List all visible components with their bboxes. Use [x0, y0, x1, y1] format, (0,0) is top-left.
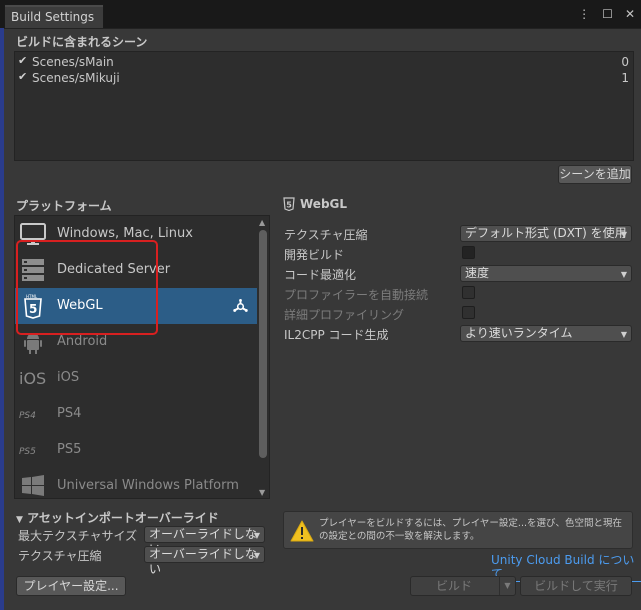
chevron-down-icon: ▼ — [620, 230, 627, 239]
scene-row[interactable]: ✔ Scenes/sMikuji 1 — [15, 70, 633, 86]
platform-label: Android — [57, 334, 108, 349]
build-button-label: ビルド — [435, 579, 472, 593]
max-texture-size-dropdown[interactable]: オーバーライドしない ▼ — [144, 526, 265, 556]
warning-icon — [290, 520, 314, 542]
windows-logo-icon — [22, 475, 44, 496]
deep-profiling-label: 詳細プロファイリング — [284, 308, 405, 322]
max-texture-size-label: 最大テクスチャサイズ — [18, 529, 138, 543]
svg-text:5: 5 — [286, 201, 292, 210]
html5-small-icon: 5 — [283, 197, 295, 211]
build-and-run-button[interactable]: ビルドして実行 — [520, 576, 632, 596]
override-texture-compression-dropdown[interactable]: オーバーライドしない ▼ — [144, 546, 265, 576]
dropdown-value: 速度 — [465, 266, 490, 280]
texture-compression-label: テクスチャ圧縮 — [284, 228, 368, 242]
dropdown-value: デフォルト形式 (DXT) を使用 — [465, 226, 627, 240]
scene-checkbox-checked-icon[interactable]: ✔ — [18, 54, 27, 67]
scroll-thumb[interactable] — [259, 230, 267, 458]
development-build-label: 開発ビルド — [284, 248, 345, 262]
platform-settings-title: WebGL — [300, 197, 348, 211]
scenes-header: ビルドに含まれるシーン — [16, 35, 148, 49]
window-controls: ⋮ ☐ ✕ — [578, 7, 635, 21]
scene-name: Scenes/sMain — [32, 55, 114, 69]
tab-accent — [5, 5, 103, 7]
maximize-icon[interactable]: ☐ — [602, 7, 613, 21]
il2cpp-label: IL2CPP コード生成 — [284, 328, 389, 342]
ios-icon: iOS — [19, 369, 46, 388]
dropdown-value: より速いランタイム — [465, 326, 573, 340]
code-optimization-label: コード最適化 — [284, 268, 357, 282]
platform-label: PS5 — [57, 442, 82, 457]
svg-text:PS5: PS5 — [19, 447, 36, 457]
warning-message: プレイヤーをビルドするには、プレイヤー設定...を選び、色空間と現在の設定との間… — [283, 511, 633, 549]
platform-label: Windows, Mac, Linux — [57, 226, 193, 241]
scene-index: 0 — [621, 55, 629, 69]
code-optimization-dropdown[interactable]: 速度 ▼ — [460, 265, 632, 282]
scene-row[interactable]: ✔ Scenes/sMain 0 — [15, 54, 633, 70]
platform-label: Universal Windows Platform — [57, 478, 239, 493]
scroll-down-icon[interactable]: ▼ — [259, 488, 265, 497]
asset-import-overrides-header[interactable]: ▼ アセットインポートオーバーライド — [16, 509, 219, 526]
warning-text: プレイヤーをビルドするには、プレイヤー設定...を選び、色空間と現在の設定との間… — [319, 518, 622, 542]
scene-name: Scenes/sMikuji — [32, 71, 120, 85]
unity-active-platform-icon — [233, 299, 248, 312]
player-settings-button[interactable]: プレイヤー設定... — [16, 576, 126, 596]
chevron-down-icon: ▼ — [253, 551, 260, 560]
deep-profiling-checkbox[interactable] — [462, 306, 475, 319]
build-options-chevron-icon[interactable]: ▼ — [499, 577, 515, 595]
autoconnect-profiler-label: プロファイラーを自動接続 — [284, 288, 429, 302]
dropdown-value: オーバーライドしない — [149, 547, 257, 576]
override-texture-compression-label: テクスチャ圧縮 — [18, 549, 102, 563]
window-tab-title: Build Settings — [11, 10, 95, 24]
chevron-down-icon: ▼ — [253, 531, 260, 540]
close-icon[interactable]: ✕ — [625, 7, 635, 21]
ps4-icon: PS4 — [19, 411, 36, 421]
asset-import-overrides-label: アセットインポートオーバーライド — [27, 511, 219, 525]
scroll-up-icon[interactable]: ▲ — [259, 218, 265, 227]
title-bar: Build Settings ⋮ ☐ ✕ — [0, 0, 641, 28]
texture-compression-dropdown[interactable]: デフォルト形式 (DXT) を使用 ▼ — [460, 225, 632, 242]
platform-scrollbar[interactable]: ▲ ▼ — [257, 216, 269, 498]
platforms-header: プラットフォーム — [16, 199, 112, 213]
add-scene-button[interactable]: シーンを追加 — [558, 165, 632, 184]
platform-item-ios[interactable]: iOS iOS — [15, 360, 259, 396]
platform-item-ps4[interactable]: PS4 PS4 — [15, 396, 259, 432]
foldout-expanded-icon[interactable]: ▼ — [16, 515, 23, 525]
annotation-highlight — [16, 240, 158, 335]
il2cpp-dropdown[interactable]: より速いランタイム ▼ — [460, 325, 632, 342]
platform-item-uwp[interactable]: Universal Windows Platform — [15, 468, 259, 498]
development-build-checkbox[interactable] — [462, 246, 475, 259]
scene-checkbox-checked-icon[interactable]: ✔ — [18, 70, 27, 83]
build-button[interactable]: ビルド ▼ — [410, 576, 516, 596]
scene-list[interactable]: ✔ Scenes/sMain 0 ✔ Scenes/sMikuji 1 — [14, 51, 634, 161]
more-options-icon[interactable]: ⋮ — [578, 7, 590, 21]
scene-index: 1 — [621, 71, 629, 85]
autoconnect-profiler-checkbox[interactable] — [462, 286, 475, 299]
platform-label: iOS — [57, 370, 80, 385]
platform-label: PS4 — [57, 406, 82, 421]
svg-text:PS4: PS4 — [19, 411, 36, 421]
platform-item-ps5[interactable]: PS5 PS5 — [15, 432, 259, 468]
ps5-icon: PS5 — [19, 447, 36, 457]
chevron-down-icon: ▼ — [620, 270, 627, 279]
window-tab[interactable]: Build Settings — [4, 4, 104, 28]
chevron-down-icon: ▼ — [620, 330, 627, 339]
svg-text:iOS: iOS — [19, 369, 46, 388]
